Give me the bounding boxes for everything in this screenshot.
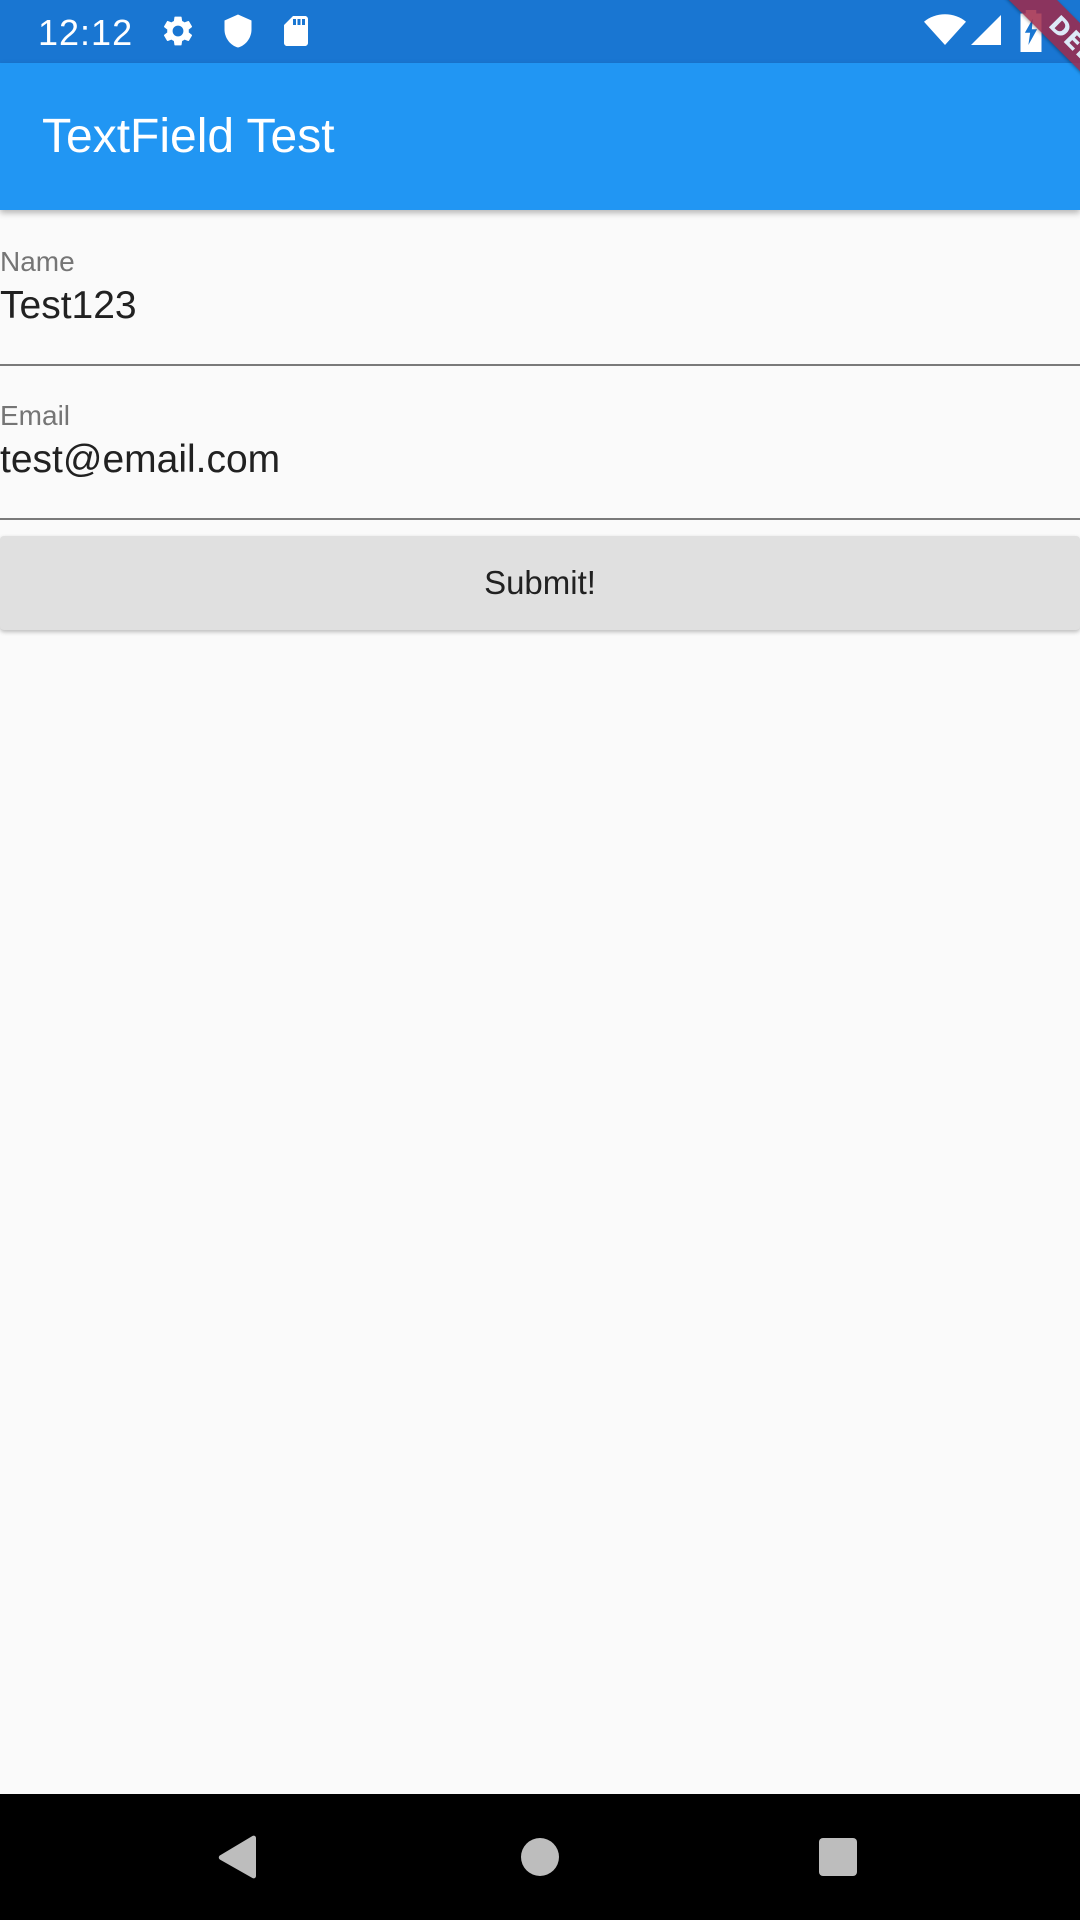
email-field[interactable]: Email test@email.com [0, 386, 1080, 520]
recents-icon[interactable] [813, 1832, 863, 1882]
status-time: 12:12 [38, 12, 134, 53]
email-field-label: Email [0, 400, 71, 431]
page-title: TextField Test [42, 110, 335, 163]
sd-card-icon [284, 16, 308, 46]
name-field-value[interactable]: Test123 [0, 284, 137, 328]
gear-icon [163, 16, 193, 46]
submit-button[interactable]: Submit! [0, 536, 1080, 630]
app-bar: TextField Test [0, 63, 1080, 210]
battery-charging-icon [1020, 10, 1042, 52]
home-icon[interactable] [515, 1832, 565, 1882]
status-bar: 12:12 [0, 0, 1080, 63]
navigation-bar [0, 1794, 1080, 1920]
wifi-icon [924, 14, 966, 45]
name-field[interactable]: Name Test123 [0, 232, 1080, 366]
back-icon[interactable] [214, 1832, 264, 1882]
cellular-icon [971, 15, 1001, 45]
name-field-underline [0, 364, 1080, 366]
email-field-underline [0, 518, 1080, 520]
name-field-label: Name [0, 246, 75, 277]
email-field-value[interactable]: test@email.com [0, 438, 280, 482]
shield-icon [224, 14, 252, 48]
